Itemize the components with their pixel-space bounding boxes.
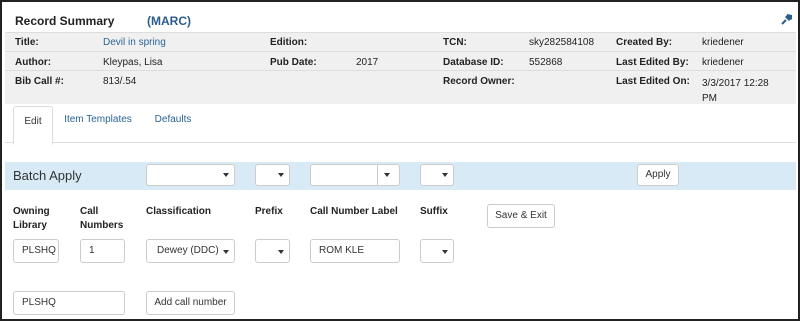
created-by-label: Created By: [616,37,673,48]
classification-header: Classification [146,206,212,217]
record-format: (MARC) [147,14,191,28]
chevron-down-icon [442,250,448,254]
bib-call-value: 813/.54 [103,76,137,87]
database-id-label: Database ID: [443,57,504,68]
author-value: Kleypas, Lisa [103,57,163,68]
batch-label-combobox[interactable] [310,164,400,186]
divider [5,32,796,33]
save-exit-button[interactable]: Save & Exit [487,204,555,228]
batch-prefix-select[interactable] [255,164,290,186]
last-edited-by-value: kriedener [702,57,744,68]
suffix-header: Suffix [420,206,448,217]
call-numbers-input[interactable]: 1 [80,239,125,263]
last-edited-on-label: Last Edited On: [616,76,690,87]
batch-classification-select[interactable] [146,164,235,186]
pub-date-label: Pub Date: [270,57,317,68]
summary-header: Record Summary (MARC) [5,4,796,32]
prefix-header: Prefix [255,206,283,217]
combobox-divider [377,165,378,185]
title-label: Title: [15,37,39,48]
database-id-value: 552868 [529,57,563,68]
prefix-select[interactable] [255,239,290,263]
last-edited-on-value: 3/3/2017 12:28 PM [702,78,769,104]
caret-down-icon[interactable] [384,173,390,177]
record-summary: Record Summary (MARC) [5,4,796,104]
chevron-down-icon [278,173,284,177]
last-edited-by-label: Last Edited By: [616,57,689,68]
tab-item-templates[interactable]: Item Templates [58,105,138,142]
owning-library-input[interactable]: PLSHQ [13,239,59,263]
classification-select[interactable]: Dewey (DDC) [146,239,235,263]
suffix-select[interactable] [420,239,454,263]
tcn-value: sky282584108 [529,37,595,48]
author-label: Author: [15,57,52,68]
call-number-label-input[interactable]: ROM KLE [310,239,400,263]
created-by-value: kriedener [702,37,744,48]
chevron-down-icon [223,173,229,177]
apply-button[interactable]: Apply [637,164,679,186]
call-numbers-header: Call Numbers [80,206,124,231]
chevron-down-icon [278,250,284,254]
title-link[interactable]: Devil in spring [103,37,166,48]
divider [5,70,796,71]
tabs-divider [5,142,796,143]
add-call-number-button[interactable]: Add call number [146,291,235,315]
tab-defaults[interactable]: Defaults [148,105,198,142]
tcn-label: TCN: [443,37,467,48]
divider [5,51,796,52]
chevron-down-icon [223,250,229,254]
tab-edit[interactable]: Edit [13,106,53,145]
chevron-down-icon [442,173,448,177]
bib-call-label: Bib Call #: [15,76,64,87]
pub-date-value: 2017 [356,57,379,68]
new-library-input[interactable]: PLSHQ [13,291,125,315]
classification-value: Dewey (DDC) [157,245,219,256]
batch-suffix-select[interactable] [420,164,454,186]
record-owner-label: Record Owner: [443,76,515,87]
pin-icon[interactable] [780,12,794,26]
edition-label: Edition: [270,37,308,48]
owning-library-header: Owning Library [13,206,50,231]
summary-title: Record Summary [15,14,115,28]
call-number-label-header: Call Number Label [310,206,398,217]
batch-apply-label: Batch Apply [13,168,82,183]
